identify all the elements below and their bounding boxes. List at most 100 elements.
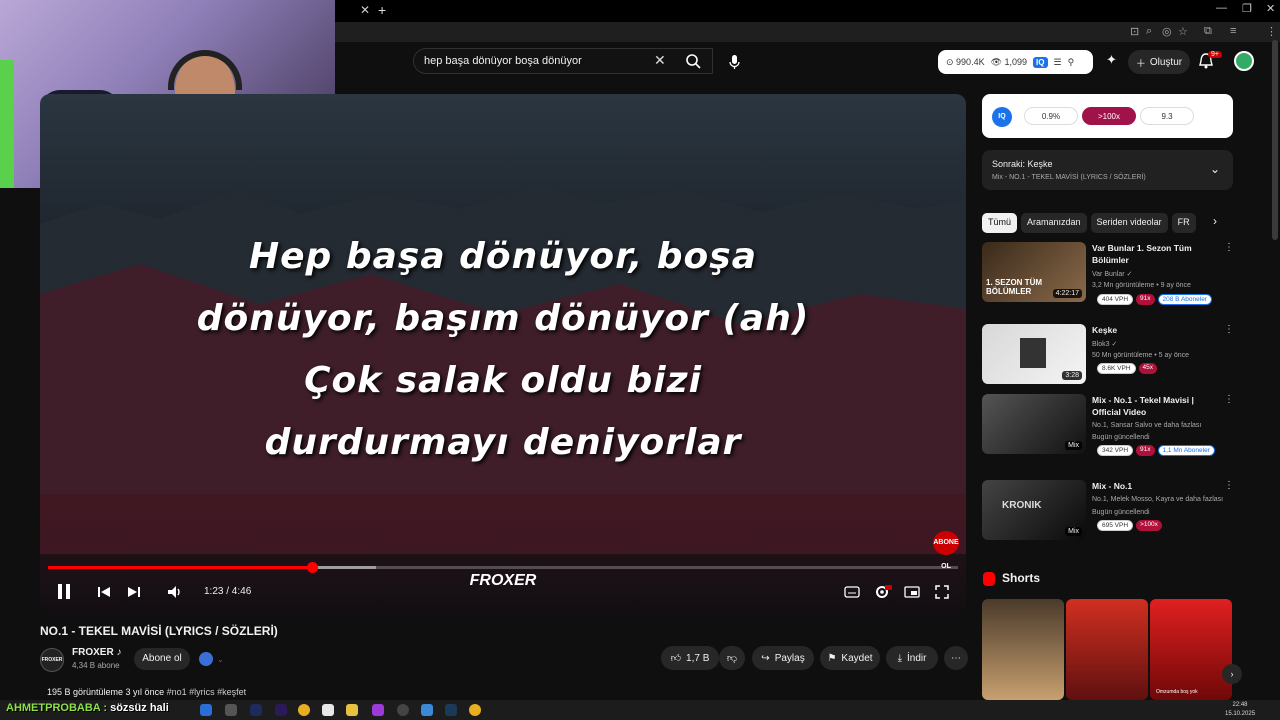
zoom-icon[interactable]: ⌕ bbox=[1146, 25, 1152, 38]
premiere-icon[interactable] bbox=[275, 704, 287, 716]
description-summary[interactable]: 195 B görüntüleme 3 yıl önce #no1 #lyric… bbox=[47, 687, 246, 697]
chevron-down-icon[interactable]: ⌄ bbox=[1210, 162, 1220, 176]
video-thumbnail[interactable]: 3:28 bbox=[982, 324, 1086, 384]
up-next-subtitle: Mix - NO.1 - TEKEL MAVİSİ (LYRICS / SÖZL… bbox=[992, 174, 1146, 181]
eye-off-icon[interactable]: ◎ bbox=[1162, 25, 1172, 38]
recommendation-item[interactable]: 1. SEZON TÜM BÖLÜMLER 4:22:17 Var Bunlar… bbox=[982, 242, 1234, 305]
bookmark-star-icon[interactable]: ☆ bbox=[1178, 25, 1188, 38]
recommendation-item[interactable]: 3:28 Keşke Blok3 ✓ 50 Mn görüntüleme • 5… bbox=[982, 324, 1234, 384]
app-icon[interactable] bbox=[372, 704, 384, 716]
views-and-age: 195 B görüntüleme 3 yıl önce bbox=[47, 687, 165, 697]
recommendation-item[interactable]: Mix Mix - No.1 - Tekel Mavisi | Official… bbox=[982, 394, 1234, 456]
video-thumbnail[interactable]: Mix bbox=[982, 394, 1086, 454]
video-thumbnail[interactable]: 1. SEZON TÜM BÖLÜMLER 4:22:17 bbox=[982, 242, 1086, 302]
video-thumbnail[interactable]: KRONIK Mix bbox=[982, 480, 1086, 540]
chrome-icon[interactable] bbox=[298, 704, 310, 716]
more-vert-icon[interactable]: ⋮ bbox=[1224, 394, 1234, 405]
multiplier-badge: 91x bbox=[1136, 294, 1155, 305]
filter-chips: Tümü Aramanızdan Seriden videolar FR bbox=[982, 213, 1232, 233]
more-icon[interactable]: ⋮ bbox=[1266, 25, 1277, 38]
shorts-heading: Shorts bbox=[1002, 571, 1041, 585]
app-icon[interactable] bbox=[421, 704, 433, 716]
channel-name[interactable]: No.1, Sansar Salvo ve daha fazlası bbox=[1092, 422, 1201, 429]
search-button[interactable] bbox=[676, 48, 712, 74]
extensions-icon[interactable]: ⧉ bbox=[1204, 25, 1212, 38]
hashtags[interactable]: #no1 #lyrics #keşfet bbox=[167, 687, 247, 697]
page-scrollbar[interactable] bbox=[1272, 40, 1278, 240]
folder-icon[interactable] bbox=[346, 704, 358, 716]
chip-from-search[interactable]: Aramanızdan bbox=[1021, 213, 1087, 233]
menu-icon[interactable]: ≡ bbox=[1230, 25, 1236, 37]
chrome-active-icon[interactable] bbox=[469, 704, 481, 716]
volume-icon[interactable] bbox=[166, 582, 182, 602]
subtitles-icon[interactable] bbox=[844, 582, 860, 602]
settings-icon[interactable] bbox=[874, 582, 892, 602]
channel-name[interactable]: Var Bunlar ✓ bbox=[1092, 270, 1132, 278]
more-vert-icon[interactable]: ⋮ bbox=[1224, 480, 1234, 491]
save-button[interactable]: ⚑ Kaydet bbox=[820, 646, 880, 670]
chip-froxer[interactable]: FR bbox=[1171, 213, 1196, 233]
lyric-line: Hep başa dönüyor, boşa bbox=[248, 236, 758, 277]
miniplayer-icon[interactable] bbox=[904, 582, 920, 602]
more-vert-icon[interactable]: ⋮ bbox=[1224, 242, 1234, 253]
chevron-right-icon[interactable]: › bbox=[1213, 214, 1217, 228]
pause-icon[interactable] bbox=[56, 582, 72, 602]
voice-search-button[interactable] bbox=[722, 50, 746, 74]
video-title[interactable]: Var Bunlar 1. Sezon Tüm Bölümler bbox=[1092, 242, 1222, 266]
maximize-icon[interactable]: ❐ bbox=[1242, 2, 1252, 15]
video-player[interactable]: Hep başa dönüyor, boşa dönüyor, başım dö… bbox=[40, 94, 966, 615]
app-icon[interactable] bbox=[200, 704, 212, 716]
next-icon[interactable] bbox=[127, 582, 141, 602]
video-title[interactable]: Mix - No.1 bbox=[1092, 480, 1222, 492]
stats-extension-pill[interactable]: ⊙ 990.4K 👁 1,099 IQ ☰ ⚲ bbox=[938, 50, 1093, 74]
search-input[interactable]: hep başa dönüyor boşa dönüyor bbox=[413, 48, 713, 74]
obs-icon[interactable] bbox=[397, 704, 409, 716]
channel-name[interactable]: No.1, Melek Mosso, Kayra ve daha fazlası bbox=[1092, 496, 1223, 503]
photoshop-icon[interactable] bbox=[250, 704, 262, 716]
install-icon[interactable]: ⊡ bbox=[1130, 25, 1139, 38]
short-thumbnail[interactable] bbox=[982, 599, 1064, 700]
subscribe-button[interactable]: Abone ol bbox=[134, 648, 190, 670]
like-button[interactable]: 👍︎ 1,7 B bbox=[661, 646, 719, 670]
close-tab-icon[interactable]: ✕ bbox=[360, 3, 370, 17]
short-thumbnail[interactable] bbox=[1066, 599, 1148, 700]
short-thumbnail[interactable]: Omzumda boş yok bbox=[1150, 599, 1232, 700]
app-icon[interactable] bbox=[322, 704, 334, 716]
create-button[interactable]: ＋ Oluştur bbox=[1128, 50, 1190, 74]
system-clock[interactable]: 22:48 15.10.2025 bbox=[1225, 701, 1255, 719]
shorts-next-button[interactable]: › bbox=[1222, 664, 1242, 684]
fullscreen-icon[interactable] bbox=[934, 582, 950, 602]
multiplier-badge: 91x bbox=[1136, 445, 1155, 456]
like-count: 1,7 B bbox=[686, 652, 710, 664]
time-display: 1:23 / 4:46 bbox=[204, 586, 252, 597]
more-vert-icon[interactable]: ⋮ bbox=[1224, 324, 1234, 335]
notification-bell-pill[interactable]: ⌄ bbox=[199, 650, 261, 668]
steam-icon[interactable] bbox=[445, 704, 457, 716]
more-actions-button[interactable]: ⋯ bbox=[944, 646, 968, 670]
dislike-button[interactable]: 👎︎ bbox=[719, 646, 745, 670]
recommendation-item[interactable]: KRONIK Mix Mix - No.1 No.1, Melek Mosso,… bbox=[982, 480, 1234, 540]
share-button[interactable]: ↪ Paylaş bbox=[752, 646, 814, 670]
chip-all[interactable]: Tümü bbox=[982, 213, 1018, 233]
close-window-icon[interactable]: ✕ bbox=[1266, 2, 1275, 15]
minimize-icon[interactable]: — bbox=[1216, 2, 1227, 14]
previous-icon[interactable] bbox=[97, 582, 111, 602]
subscribe-watermark[interactable]: ABONE OL bbox=[933, 531, 959, 570]
video-meta: Bugün güncellendi bbox=[1092, 434, 1150, 441]
video-title[interactable]: Keşke bbox=[1092, 324, 1222, 336]
channel-name[interactable]: Blok3 ✓ bbox=[1092, 340, 1117, 348]
new-tab-icon[interactable]: + bbox=[378, 2, 386, 18]
progress-bar[interactable] bbox=[48, 562, 958, 573]
sparkle-icon[interactable]: ✦ bbox=[1106, 52, 1117, 68]
app-icon[interactable] bbox=[225, 704, 237, 716]
download-button[interactable]: ⤓ İndir bbox=[886, 646, 938, 670]
subscribers-badge: 208 B Aboneler bbox=[1157, 294, 1212, 305]
up-next-panel[interactable]: Sonraki: Keşke Mix - NO.1 - TEKEL MAVİSİ… bbox=[982, 150, 1233, 190]
channel-avatar[interactable]: FROXER bbox=[40, 648, 64, 672]
video-title[interactable]: Mix - No.1 - Tekel Mavisi | Official Vid… bbox=[1092, 394, 1222, 418]
account-avatar[interactable] bbox=[1234, 51, 1254, 71]
chip-from-series[interactable]: Seriden videolar bbox=[1090, 213, 1168, 233]
channel-name[interactable]: FROXER ♪ bbox=[72, 647, 121, 658]
clock-time: 22:48 bbox=[1232, 702, 1248, 708]
clear-search-icon[interactable]: ✕ bbox=[654, 52, 666, 69]
